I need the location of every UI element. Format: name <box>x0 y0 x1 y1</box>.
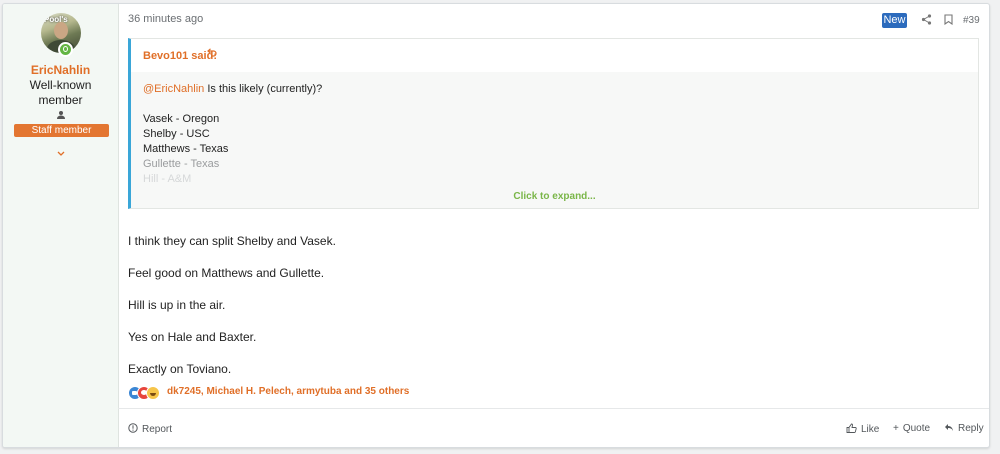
quote-label: Quote <box>902 423 931 434</box>
click-to-expand-link[interactable]: Click to expand... <box>131 191 978 202</box>
report-icon <box>128 423 138 435</box>
user-badge-icon <box>55 110 66 121</box>
reply-icon <box>944 423 954 434</box>
post-timestamp[interactable]: 36 minutes ago <box>128 13 203 25</box>
message-body: I think they can split Shelby and Vasek.… <box>128 234 336 394</box>
report-label: Report <box>142 424 173 435</box>
user-title: Well-known member <box>29 78 92 107</box>
user-pane: Pool's EricNahlin Well-known member Staf… <box>3 4 119 447</box>
message-paragraph: Feel good on Matthews and Gullette. <box>128 266 325 280</box>
thumbs-up-icon <box>846 423 857 435</box>
quote-content: @EricNahlin Is this likely (currently)? … <box>143 82 322 187</box>
quote-line: Hill - A&M <box>143 173 192 185</box>
reply-label: Reply <box>958 423 984 434</box>
post-footer: Report Like + Quote Reply <box>118 408 989 447</box>
plus-icon: + <box>893 423 899 434</box>
jump-to-quote-icon[interactable] <box>206 48 217 61</box>
share-icon[interactable] <box>920 14 932 26</box>
like-label: Like <box>861 424 880 435</box>
like-button[interactable]: Like <box>846 423 879 435</box>
quote-block: Bevo101 said: @EricNahlin Is this likely… <box>128 38 979 209</box>
staff-badge: Staff member <box>14 124 109 137</box>
report-button[interactable]: Report <box>128 423 172 435</box>
post-number[interactable]: #39 <box>963 15 980 26</box>
reply-button[interactable]: Reply <box>944 423 984 434</box>
username-link[interactable]: EricNahlin <box>3 63 118 77</box>
bookmark-icon[interactable] <box>942 14 954 26</box>
quote-line: Gullette - Texas <box>143 158 220 170</box>
message-paragraph: Hill is up in the air. <box>128 298 226 312</box>
post-container: Pool's EricNahlin Well-known member Staf… <box>2 3 990 448</box>
online-status-icon <box>58 42 73 57</box>
quote-mention[interactable]: @EricNahlin <box>143 83 204 95</box>
message-paragraph: Yes on Hale and Baxter. <box>128 330 257 344</box>
quote-line: Vasek - Oregon <box>143 113 220 125</box>
quote-header: Bevo101 said: <box>131 39 978 72</box>
reactions-list-link[interactable]: dk7245, Michael H. Pelech, armytuba and … <box>167 386 409 397</box>
chevron-down-icon[interactable] <box>55 149 66 160</box>
quote-button[interactable]: + Quote <box>893 423 930 434</box>
quote-line: Shelby - USC <box>143 128 210 140</box>
message-paragraph: I think they can split Shelby and Vasek. <box>128 234 336 248</box>
quote-question: Is this likely (currently)? <box>207 83 323 95</box>
quote-line: Matthews - Texas <box>143 143 229 155</box>
new-badge: New <box>882 13 907 28</box>
haha-icon <box>146 386 160 400</box>
